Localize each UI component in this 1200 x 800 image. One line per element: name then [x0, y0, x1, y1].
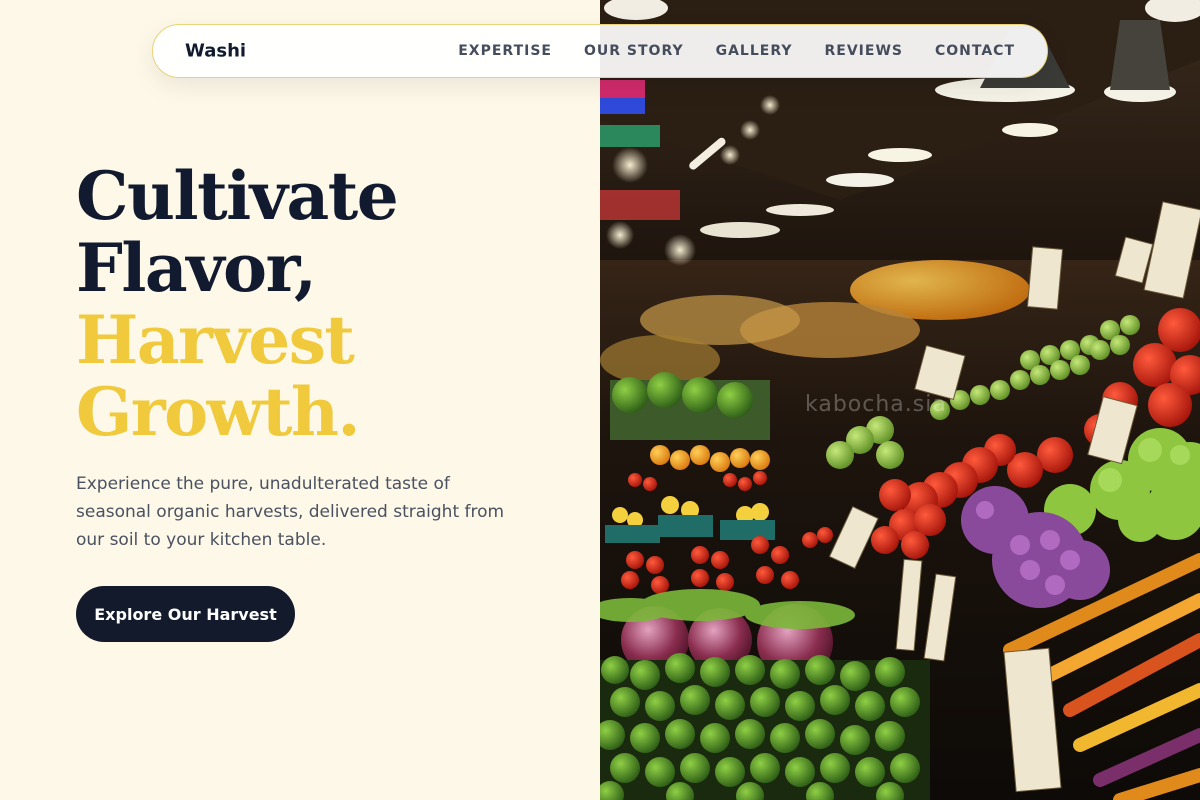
hero-subtext: Experience the pure, unadulterated taste… — [76, 474, 505, 550]
nav-link-our-story[interactable]: OUR STORY — [584, 43, 684, 59]
headline-line-1: Cultivate — [76, 157, 399, 235]
hero-left-panel: Cultivate Flavor, Harvest Growth. Experi… — [0, 0, 600, 800]
explore-harvest-button[interactable]: Explore Our Harvest — [76, 586, 295, 642]
image-watermark: kabocha.sia — [805, 392, 947, 417]
nav-links: EXPERTISE OUR STORY GALLERY REVIEWS CONT… — [458, 43, 1015, 59]
hero-headline: Cultivate Flavor, Harvest Growth. — [76, 160, 576, 448]
headline-line-3: Harvest — [76, 301, 355, 379]
headline-line-2: Flavor, — [76, 229, 317, 307]
market-produce-image: kabocha.sia — [600, 0, 1200, 800]
nav-link-contact[interactable]: CONTACT — [935, 43, 1015, 59]
nav-link-gallery[interactable]: GALLERY — [716, 43, 793, 59]
nav-link-expertise[interactable]: EXPERTISE — [458, 43, 552, 59]
headline-line-4: Growth. — [76, 373, 360, 451]
brand-logo[interactable]: Washi — [185, 41, 246, 62]
nav-link-reviews[interactable]: REVIEWS — [825, 43, 903, 59]
top-navbar: Washi EXPERTISE OUR STORY GALLERY REVIEW… — [152, 24, 1048, 78]
